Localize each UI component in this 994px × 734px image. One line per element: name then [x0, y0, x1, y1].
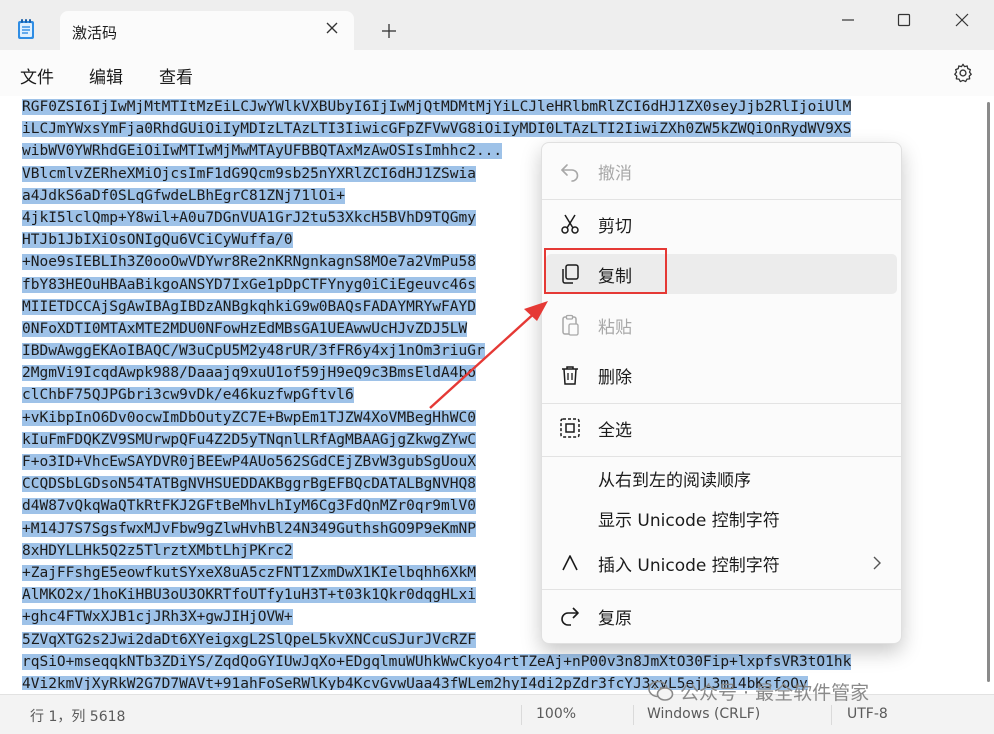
status-divider [831, 705, 832, 725]
menu-item-label: 粘贴 [598, 318, 632, 338]
notepad-icon [18, 19, 34, 39]
selected-text: AlMKO2x/1hoKiHBU3oU3OKRTfoUTfy1uH3T+t03k… [22, 587, 476, 604]
selected-text: MIIETDCCAjSgAwIBAgIBDzANBgkqhkiG9w0BAQsF… [22, 298, 476, 315]
gear-icon[interactable] [952, 62, 974, 84]
selected-text: 5ZVqXTG2s2Jwi2daDt6XYeigxgL2SlQpeL5kvXNC… [22, 631, 476, 648]
selected-text: IBDwAwggEKAoIBAQC/W3uCpU5M2y48rUR/3fFR6y… [22, 343, 485, 360]
selected-text: a4JdkS6aDf0SLqGfwdeLBhEgrC81ZNj71lOi+ [22, 187, 346, 204]
selected-text: +M14J7S7SgsfwxMJvFbw9gZlwHvhBl24N349Guth… [22, 520, 476, 537]
wechat-icon [648, 680, 674, 701]
selected-text: kIuFmFDQKZV9SMUrwpQFu4Z2D5yTNqnlLRfAgMBA… [22, 431, 476, 448]
menu-edit[interactable]: 编辑 [89, 63, 123, 88]
text-line[interactable]: iLCJmYWxsYmFja0RhdGUiOiIyMDIzLTAzLTI3Iiw… [22, 118, 974, 140]
menu-item-label: 全选 [598, 421, 632, 441]
close-icon[interactable] [950, 8, 974, 32]
tab-activation-code[interactable]: 激活码 [60, 11, 354, 50]
caret-up-icon [562, 555, 578, 571]
menu-item-label: 插入 Unicode 控制字符 [598, 556, 780, 576]
selected-text: +ghc4FTWxXJB1cjJRh3X+gwJIHjOVW+ [22, 609, 293, 626]
menu-bar: 文件 编辑 查看 [0, 50, 994, 96]
menu-item-select-all[interactable]: 全选 [546, 408, 897, 448]
selected-text: wibWV0YWRhdGEiOiIwMTIwMjMwMTAyUFBBQTAxMz… [22, 143, 503, 160]
trash-icon [562, 366, 578, 385]
menu-file[interactable]: 文件 [20, 63, 54, 88]
selected-text: HTJb1JbIXiOsONIgQu6VCiCyWuffa/0 [22, 232, 293, 249]
selected-text: 0NFoXDTI0MTAxMTE2MDU0NFowHzEdMBsGA1UEAww… [22, 320, 468, 337]
menu-item-label: 从右到左的阅读顺序 [598, 471, 751, 491]
zoom-level: 100% [536, 706, 577, 722]
menu-item-label: 剪切 [598, 217, 632, 237]
selected-text: VBlcmlvZERheXMiOjcsImF1dG9Qcm9sb25nYXRlZ… [22, 165, 476, 182]
menu-item-label: 删除 [598, 368, 632, 388]
line-ending: Windows (CRLF) [647, 706, 761, 722]
selected-text: F+o3ID+VhcEwSAYDVR0jBEEwP4AUo562SGdCEjZB… [22, 454, 476, 470]
maximize-icon[interactable] [892, 8, 916, 32]
selected-text: 8xHDYLLHk5Q2z5TlrztXMbtLhjPKrc2 [22, 542, 293, 559]
tab-title: 激活码 [72, 24, 118, 42]
scissors-icon [561, 214, 579, 234]
text-line[interactable]: rqSiO+mseqqkNTb3ZDiYS/ZqdQoGYIUwJqXo+EDg… [22, 651, 974, 673]
menu-divider [542, 403, 901, 404]
cursor-position: 行 1，列 5618 [30, 709, 126, 725]
menu-item-label: 撤消 [598, 164, 632, 184]
menu-item-delete[interactable]: 删除 [546, 355, 897, 395]
encoding: UTF-8 [847, 706, 888, 722]
chevron-right-icon [873, 556, 881, 570]
selected-text: CCQDSbLGDsoN54TATBgNVHSUEDDAKBggrBgEFBQc… [22, 476, 476, 493]
reconversion-icon [561, 607, 579, 626]
selected-text: clChbF75QJPGbri3cw9vDk/e46kuzfwpGftvl6 [22, 387, 354, 404]
menu-divider [542, 456, 901, 457]
menu-item-cut[interactable]: 剪切 [546, 204, 897, 244]
select-all-icon [560, 418, 580, 438]
close-icon[interactable] [324, 20, 340, 36]
menu-item-show-unicode[interactable]: 显示 Unicode 控制字符 [546, 498, 897, 538]
selected-text: +vKibpInO6Dv0ocwImDbOutyZC7E+BwpEm1TJZW4… [22, 409, 476, 426]
menu-item-paste[interactable]: 粘贴 [546, 305, 897, 345]
context-menu: 撤消 剪切 复制 粘贴 删除 全选 从右到左的阅读顺序 显示 Unicode 控… [541, 142, 902, 644]
selected-text: RGF0ZSI6IjIwMjMtMTItMzEiLCJwYWlkVXBUbyI6… [22, 99, 852, 115]
selected-text: +Noe9sIEBLIh3Z0ooOwVDYwr8Re2nKRNgnkagnS8… [22, 254, 476, 271]
menu-item-undo[interactable]: 撤消 [546, 151, 897, 191]
selected-text: rqSiO+mseqqkNTb3ZDiYS/ZqdQoGYIUwJqXo+EDg… [22, 653, 852, 670]
menu-item-insert-unicode[interactable]: 插入 Unicode 控制字符 [546, 543, 897, 583]
selected-text: 4jkI5lclQmp+Y8wil+A0u7DGnVUA1GrJ2tu53Xkc… [22, 209, 476, 226]
selected-text: 2MgmVi9IcqdAwpk988/Daaajq9xuU1of59jH9eQ9… [22, 365, 476, 382]
status-divider [633, 705, 634, 725]
menu-item-label: 复原 [598, 609, 632, 629]
menu-item-reconversion[interactable]: 复原 [546, 596, 897, 636]
text-line[interactable]: RGF0ZSI6IjIwMjMtMTItMzEiLCJwYWlkVXBUbyI6… [22, 96, 974, 118]
paste-icon [562, 314, 579, 336]
menu-divider [542, 199, 901, 200]
watermark-text: 公众号 · 最全软件管家 [680, 682, 870, 704]
status-divider [521, 705, 522, 725]
minimize-icon[interactable] [836, 8, 860, 32]
selected-text: d4W87vQkqWaQTkRtFKJ2GFtBeMhvLhIyM6Cg3FdQ… [22, 498, 476, 515]
selected-text: iLCJmYWxsYmFja0RhdGUiOiIyMDIzLTAzLTI3Iiw… [22, 121, 852, 138]
menu-view[interactable]: 查看 [159, 63, 193, 88]
plus-icon[interactable] [380, 22, 398, 40]
selected-text: +ZajFFshgE5eowfkutSYxeX8uA5czFNT1ZxmDwX1… [22, 564, 476, 581]
copy-highlight-box [544, 248, 667, 294]
menu-item-rtl[interactable]: 从右到左的阅读顺序 [546, 458, 897, 498]
vertical-scrollbar[interactable] [987, 102, 990, 682]
menu-divider [542, 589, 901, 590]
title-bar: 激活码 [0, 0, 994, 50]
undo-icon [561, 164, 579, 182]
menu-item-label: 显示 Unicode 控制字符 [598, 511, 780, 531]
selected-text: fbY83HEOuHBAaBikgoANSYD7IxGe1pDpCTFYnyg0… [22, 276, 476, 293]
